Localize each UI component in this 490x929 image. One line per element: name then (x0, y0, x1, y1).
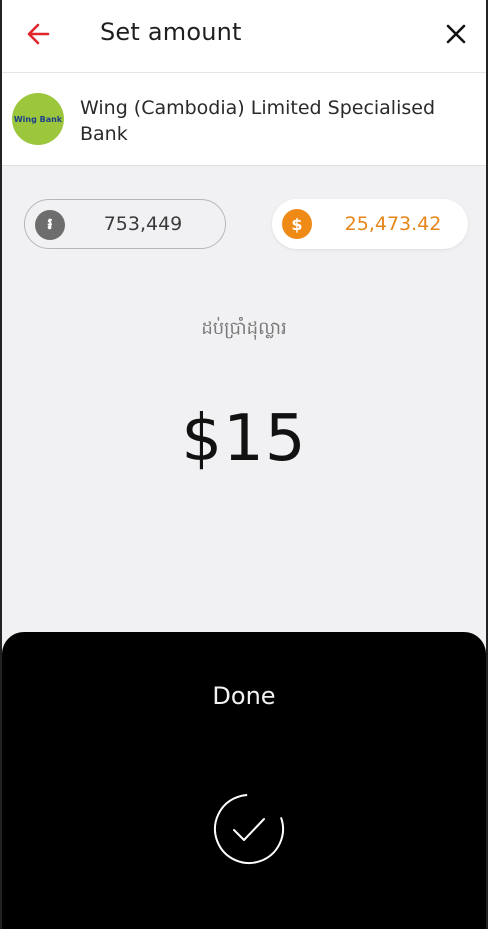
usd-balance-pill[interactable]: $ 25,473.42 (272, 199, 468, 249)
check-circle-icon (212, 792, 286, 866)
done-label: Done (212, 682, 276, 710)
dollar-coin-icon: $ (282, 209, 312, 239)
page-title: Set amount (100, 18, 242, 46)
recipient-bank-row: Wing Bank Wing (Cambodia) Limited Specia… (2, 73, 486, 166)
bank-logo-text: Wing Bank (13, 114, 63, 124)
amount-in-words: ដប់ប្រាំដុល្លារ (201, 318, 287, 339)
arrow-left-icon (27, 23, 50, 45)
app-screen: Set amount Wing Bank Wing (Cambodia) Lim… (0, 0, 488, 929)
bank-name: Wing (Cambodia) Limited Specialised Bank (80, 97, 436, 145)
riel-coin-icon: ៛ (35, 210, 65, 240)
riel-balance-pill[interactable]: ៛ 753,449 (24, 199, 226, 249)
close-icon (446, 24, 466, 44)
header-bar: Set amount (2, 0, 486, 73)
done-sheet: Done (2, 632, 486, 929)
usd-balance-value: 25,473.42 (344, 213, 442, 235)
amount-value: $15 (181, 402, 307, 476)
close-button[interactable] (440, 18, 472, 50)
back-button[interactable] (22, 16, 58, 52)
bank-logo: Wing Bank (12, 93, 64, 145)
riel-balance-value: 753,449 (103, 213, 183, 235)
